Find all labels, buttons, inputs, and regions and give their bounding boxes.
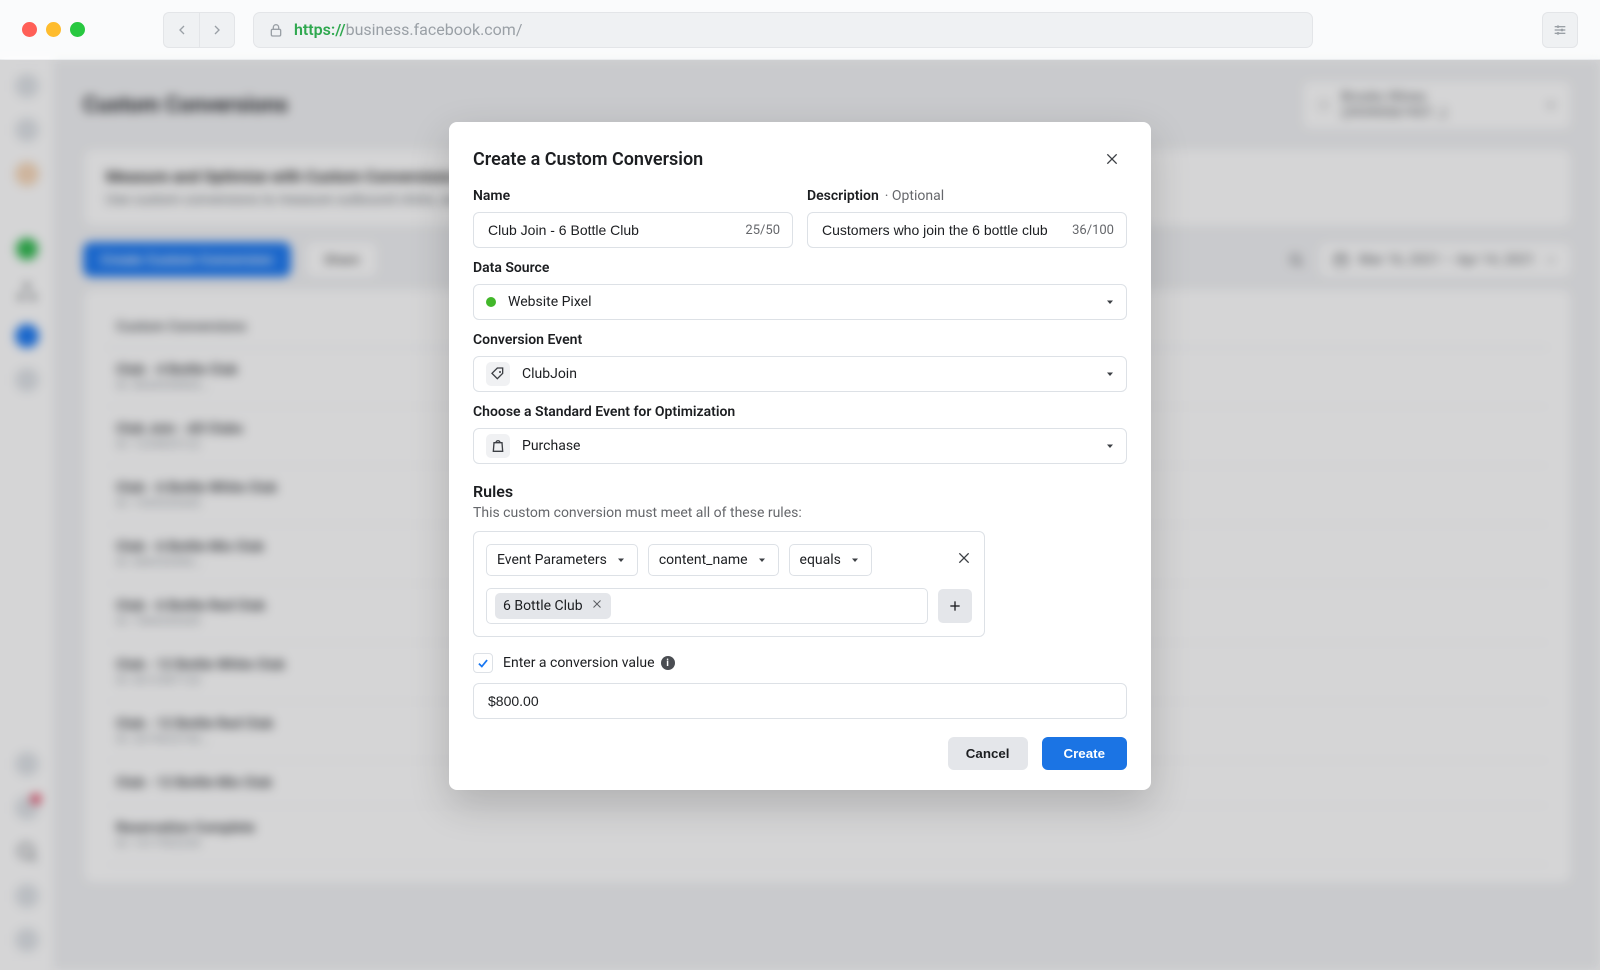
- create-conversion-modal: Create a Custom Conversion Name 25/50 De…: [449, 122, 1151, 790]
- check-icon: [476, 656, 490, 670]
- rule-param-key: content_name: [659, 552, 748, 568]
- rule-value-chip: 6 Bottle Club: [495, 593, 611, 619]
- standard-event-value: Purchase: [522, 438, 580, 454]
- create-button[interactable]: Create: [1042, 737, 1128, 770]
- rule-value-input[interactable]: 6 Bottle Club: [486, 588, 928, 624]
- data-source-value: Website Pixel: [508, 294, 591, 310]
- window-minimize-icon[interactable]: [46, 22, 61, 37]
- caret-down-icon: [756, 554, 768, 566]
- caret-down-icon: [1104, 296, 1116, 308]
- data-source-select[interactable]: Website Pixel: [473, 284, 1127, 320]
- rules-box: Event Parameters content_name equals: [473, 531, 985, 637]
- description-label: Description: [807, 188, 879, 204]
- close-button[interactable]: [1097, 144, 1127, 174]
- data-source-label: Data Source: [473, 260, 1127, 276]
- info-icon[interactable]: i: [661, 656, 675, 670]
- window-close-icon[interactable]: [22, 22, 37, 37]
- rule-param-key-select[interactable]: content_name: [648, 544, 779, 576]
- url-host: business.facebook.com/: [346, 20, 523, 39]
- add-rule-button[interactable]: [938, 589, 972, 623]
- browser-chrome: https://business.facebook.com/: [0, 0, 1600, 60]
- caret-down-icon: [615, 554, 627, 566]
- name-label: Name: [473, 188, 793, 204]
- url-bar[interactable]: https://business.facebook.com/: [253, 12, 1313, 48]
- plus-icon: [947, 598, 963, 614]
- description-field-wrap: 36/100: [807, 212, 1127, 248]
- rules-label: Rules: [473, 482, 1127, 501]
- traffic-lights: [22, 22, 85, 37]
- caret-down-icon: [1104, 440, 1116, 452]
- cancel-button[interactable]: Cancel: [948, 737, 1028, 770]
- conversion-event-select[interactable]: ClubJoin: [473, 356, 1127, 392]
- standard-event-label: Choose a Standard Event for Optimization: [473, 404, 1127, 420]
- back-button[interactable]: [163, 12, 199, 48]
- name-field-wrap: 25/50: [473, 212, 793, 248]
- window-zoom-icon[interactable]: [70, 22, 85, 37]
- tag-icon: [486, 362, 510, 386]
- url-protocol: https://: [294, 20, 346, 39]
- close-icon: [956, 550, 972, 566]
- rule-param-type-select[interactable]: Event Parameters: [486, 544, 638, 576]
- standard-event-select[interactable]: Purchase: [473, 428, 1127, 464]
- conversion-event-value: ClubJoin: [522, 366, 577, 382]
- nav-arrows: [163, 12, 235, 48]
- conversion-value-label: Enter a conversion value: [503, 655, 655, 671]
- conversion-value-field: [473, 683, 1127, 719]
- browser-prefs-button[interactable]: [1542, 12, 1578, 48]
- conversion-event-label: Conversion Event: [473, 332, 1127, 348]
- caret-down-icon: [1104, 368, 1116, 380]
- conversion-value-checkbox[interactable]: [473, 653, 493, 673]
- rule-operator-select[interactable]: equals: [789, 544, 872, 576]
- name-input[interactable]: [486, 221, 737, 239]
- shopping-bag-icon: [486, 434, 510, 458]
- modal-title: Create a Custom Conversion: [473, 149, 703, 170]
- rule-value-chip-label: 6 Bottle Club: [503, 598, 583, 614]
- chevron-left-icon: [174, 22, 190, 38]
- description-counter: 36/100: [1072, 223, 1114, 238]
- lock-icon: [268, 22, 284, 38]
- close-icon: [591, 598, 603, 610]
- rule-operator: equals: [800, 552, 841, 568]
- rule-param-type: Event Parameters: [497, 552, 607, 568]
- rules-subtitle: This custom conversion must meet all of …: [473, 505, 1127, 521]
- name-counter: 25/50: [745, 223, 780, 238]
- sliders-icon: [1552, 22, 1568, 38]
- caret-down-icon: [849, 554, 861, 566]
- modal-overlay: Create a Custom Conversion Name 25/50 De…: [0, 60, 1600, 970]
- status-dot-icon: [486, 297, 496, 307]
- description-input[interactable]: [820, 221, 1064, 239]
- conversion-value-input[interactable]: [486, 692, 1114, 710]
- close-icon: [1104, 151, 1120, 167]
- forward-button[interactable]: [199, 12, 235, 48]
- description-optional: · Optional: [885, 188, 944, 204]
- chip-remove-button[interactable]: [591, 598, 603, 614]
- chevron-right-icon: [209, 22, 225, 38]
- remove-rule-button[interactable]: [956, 550, 972, 570]
